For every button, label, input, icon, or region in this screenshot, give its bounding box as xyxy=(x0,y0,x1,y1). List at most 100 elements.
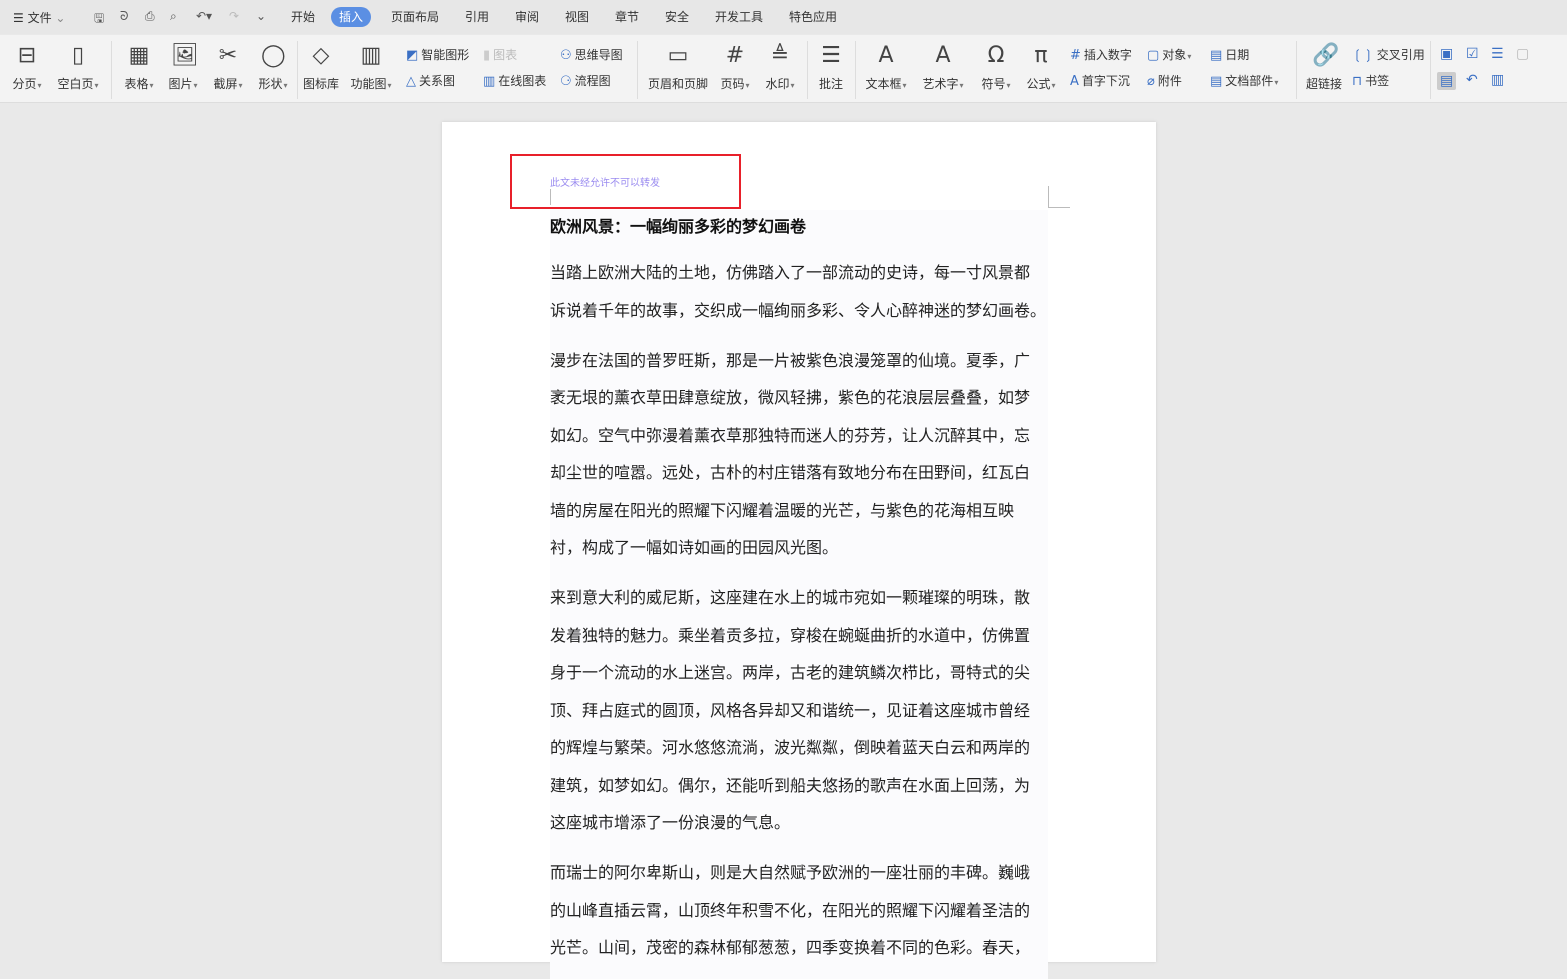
paragraph-line: 来到意大利的威尼斯，这座建在水上的城市宛如一颗璀璨的明珠，散 xyxy=(550,588,1031,607)
insert-number-icon: # xyxy=(1070,48,1081,63)
layout-option-icon[interactable]: ↶ xyxy=(1466,72,1478,88)
tab-9[interactable]: 特色应用 xyxy=(781,7,845,27)
button-label: 流程图 xyxy=(574,74,611,88)
tab-7[interactable]: 安全 xyxy=(657,7,697,27)
file-menu[interactable]: ☰ 文件 ⌄ xyxy=(13,9,65,26)
paragraph-line: 身于一个流动的水上迷宫。两岸，古老的建筑鳞次栉比，哥特式的尖 xyxy=(550,663,1031,682)
button-label: 文档部件 xyxy=(1225,74,1274,88)
undo-format-icon[interactable]: ᘐ xyxy=(120,9,128,24)
date-icon: ▤ xyxy=(1210,48,1223,63)
caret-icon: ▾ xyxy=(387,81,392,90)
button-label: 空白页 xyxy=(57,77,94,91)
object-button[interactable]: ▢ 对象▾ xyxy=(1147,46,1191,63)
hyperlink-button[interactable]: 🔗 超链接 xyxy=(1289,43,1359,92)
button-label: 分页 xyxy=(12,77,37,91)
chevron-down-icon: ⌄ xyxy=(55,11,66,25)
undo-icon[interactable]: ↶▾ xyxy=(196,9,212,23)
online-chart-icon: ▥ xyxy=(483,74,496,89)
save-icon[interactable]: 🖫 xyxy=(94,9,104,30)
ribbon-separator xyxy=(637,41,638,99)
page-break-icon: ⊟ xyxy=(17,43,37,68)
paragraph-line: 这座城市增添了一份浪漫的气息。 xyxy=(550,813,791,832)
drop-cap-icon: A xyxy=(1070,74,1079,89)
button-label: 图表 xyxy=(493,48,518,62)
shapes-icon: ◯ xyxy=(261,43,286,68)
tab-0[interactable]: 开始 xyxy=(283,7,323,27)
layout-option-icon[interactable]: ☑ xyxy=(1466,46,1479,62)
drop-cap-button[interactable]: A 首字下沉 xyxy=(1070,72,1130,89)
ribbon-separator xyxy=(807,41,808,99)
tab-4[interactable]: 审阅 xyxy=(507,7,547,27)
caret-icon: ▾ xyxy=(37,81,42,90)
date-button[interactable]: ▤ 日期 xyxy=(1210,46,1249,63)
header-text[interactable]: 此文未经允许不可以转发 xyxy=(550,174,660,189)
caret-icon: ▾ xyxy=(1187,52,1192,61)
flowchart-icon: ⚆ xyxy=(560,74,572,89)
formula-button[interactable]: π 公式▾ xyxy=(1006,43,1076,92)
cross-reference-button[interactable]: ❲❳ 交叉引用 xyxy=(1352,46,1425,63)
blank-page-button[interactable]: ▯ 空白页▾ xyxy=(43,43,113,92)
paragraph-line: 袤无垠的薰衣草田肆意绽放，微风轻拂，紫色的花浪层层叠叠，如梦 xyxy=(550,388,1031,407)
tab-6[interactable]: 章节 xyxy=(607,7,647,27)
menu-bar: ☰ 文件 ⌄ 🖫 ᘐ ⎙ ⌕ ↶▾ ↷ ⌄ 开始 插入 页面布局 引用 审阅 视图 章节 安全… xyxy=(0,0,1567,34)
layout-option-icon[interactable]: ▤ xyxy=(1437,72,1457,90)
online-chart-button[interactable]: ▥ 在线图表 xyxy=(483,72,546,89)
button-label: 水印 xyxy=(765,77,790,91)
paragraph-line: 衬，构成了一幅如诗如画的田园风光图。 xyxy=(550,538,839,557)
text-box-icon: A xyxy=(878,43,894,68)
formula-icon: π xyxy=(1034,43,1048,68)
button-label: 符号 xyxy=(981,77,1006,91)
button-label: 交叉引用 xyxy=(1376,48,1425,62)
ribbon-separator xyxy=(1430,41,1431,99)
button-label: 附件 xyxy=(1157,74,1182,88)
layout-option-icon[interactable]: ☰ xyxy=(1491,46,1504,62)
button-label: 图片 xyxy=(168,77,193,91)
header-footer-icon: ▭ xyxy=(667,43,689,68)
doc-parts-icon: ▤ xyxy=(1210,74,1223,89)
button-label: 批注 xyxy=(818,77,843,91)
layout-option-icon[interactable]: ▢ xyxy=(1516,46,1529,62)
attachment-button[interactable]: ⌀ 附件 xyxy=(1147,72,1182,89)
picture-icon: 🖼 xyxy=(171,43,199,68)
function-chart-button[interactable]: ▥ 功能图▾ xyxy=(336,43,406,92)
insert-number-button[interactable]: # 插入数字 xyxy=(1070,46,1132,63)
chart-button[interactable]: ▮ 图表 xyxy=(483,46,517,63)
tab-2[interactable]: 页面布局 xyxy=(383,7,447,27)
tab-3[interactable]: 引用 xyxy=(457,7,497,27)
redo-icon[interactable]: ↷ xyxy=(229,9,239,23)
tab-1[interactable]: 插入 xyxy=(331,7,372,27)
hyperlink-icon: 🔗 xyxy=(1312,43,1340,68)
tab-5[interactable]: 视图 xyxy=(557,7,597,27)
relation-chart-icon: △ xyxy=(406,74,416,89)
mind-map-icon: ⚇ xyxy=(560,48,572,63)
blank-page-icon: ▯ xyxy=(71,43,85,68)
ribbon-separator xyxy=(111,41,112,99)
watermark-icon: ≜ xyxy=(770,43,790,68)
caret-icon: ▾ xyxy=(790,81,795,90)
smart-art-button[interactable]: ◩ 智能图形 xyxy=(406,46,469,63)
more-icon[interactable]: ⌄ xyxy=(256,9,266,23)
layout-option-icon[interactable]: ▣ xyxy=(1440,46,1453,62)
print-icon[interactable]: ⎙ xyxy=(145,9,155,24)
doc-parts-button[interactable]: ▤ 文档部件▾ xyxy=(1210,72,1278,89)
button-label: 艺术字 xyxy=(922,77,959,91)
button-label: 超链接 xyxy=(1305,77,1342,91)
button-label: 插入数字 xyxy=(1083,48,1132,62)
hamburger-icon: ☰ xyxy=(13,11,28,25)
mind-map-button[interactable]: ⚇ 思维导图 xyxy=(560,46,623,63)
print-preview-icon[interactable]: ⌕ xyxy=(170,9,177,24)
bookmark-button[interactable]: ⊓ 书签 xyxy=(1352,72,1389,89)
paragraph-line: 顶、拜占庭式的圆顶，风格各异却又和谐统一，见证着这座城市曾经 xyxy=(550,700,1031,720)
relation-chart-button[interactable]: △ 关系图 xyxy=(406,72,455,89)
tab-8[interactable]: 开发工具 xyxy=(707,7,771,27)
button-label: 日期 xyxy=(1225,48,1250,62)
document-body[interactable]: 欧洲风景：一幅绚丽多彩的梦幻画卷 当踏上欧洲大陆的土地，仿佛踏入了一部流动的史诗… xyxy=(550,210,1048,979)
paragraph-line: 的山峰直插云霄，山顶终年积雪不化，在阳光的照耀下闪耀着圣洁的 xyxy=(550,900,1031,920)
paragraph-line: 漫步在法国的普罗旺斯，那是一片被紫色浪漫笼罩的仙境。夏季，广 xyxy=(550,350,1031,370)
layout-option-icon[interactable]: ▥ xyxy=(1491,72,1504,88)
paragraph-line: 当踏上欧洲大陆的土地，仿佛踏入了一部流动的史诗，每一寸风景都 xyxy=(550,263,1031,282)
paragraph-line: 而瑞士的阿尔卑斯山，则是大自然赋予欧洲的一座壮丽的丰碑。巍峨 xyxy=(550,863,1031,882)
attachment-icon: ⌀ xyxy=(1147,74,1155,89)
flowchart-button[interactable]: ⚆ 流程图 xyxy=(560,72,611,89)
paragraph-line: 的辉煌与繁荣。河水悠悠流淌，波光粼粼，倒映着蓝天白云和两岸的 xyxy=(550,738,1031,757)
